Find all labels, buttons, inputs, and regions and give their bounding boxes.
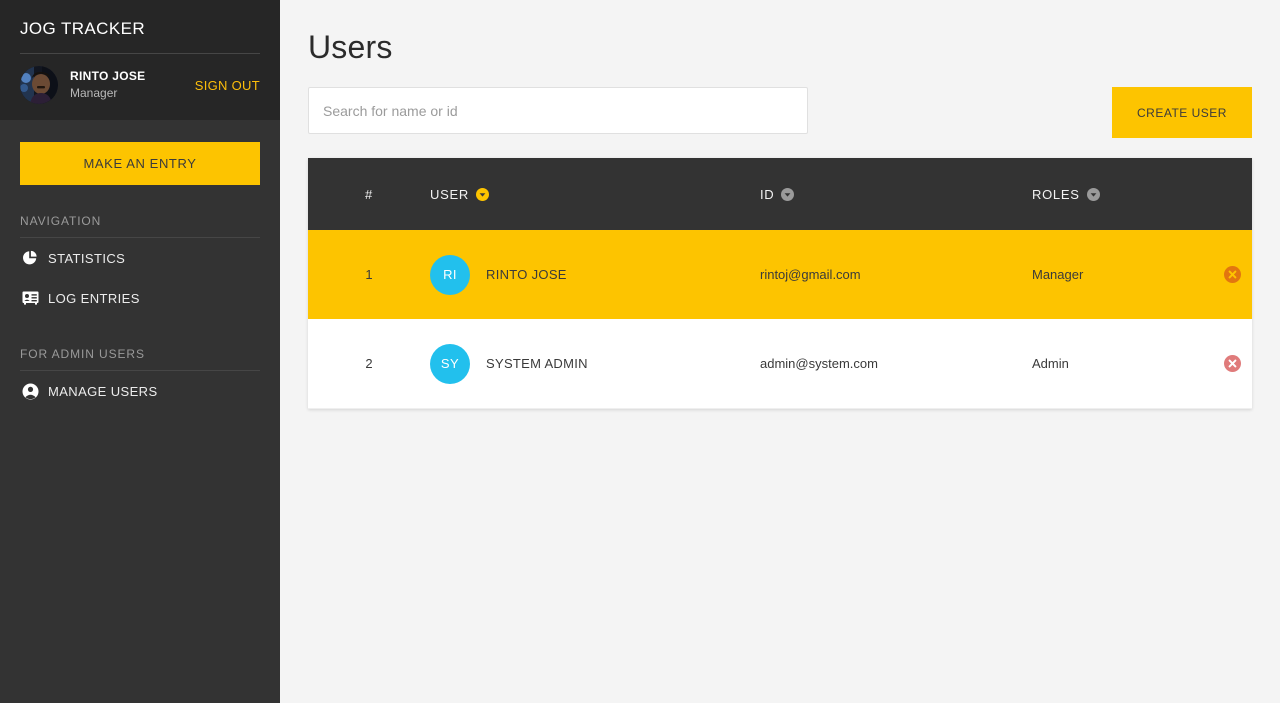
row-actions-cell bbox=[1212, 355, 1252, 372]
row-roles-cell: Admin bbox=[1032, 356, 1069, 371]
column-header-roles-label: ROLES bbox=[1032, 186, 1080, 202]
row-number: 2 bbox=[365, 356, 373, 371]
sort-down-icon-id[interactable] bbox=[781, 187, 795, 201]
row-user-name: SYSTEM ADMIN bbox=[486, 356, 588, 371]
delete-user-button[interactable] bbox=[1223, 266, 1241, 283]
user-circle-icon bbox=[20, 382, 40, 400]
sidebar-profile: RINTO JOSE Manager SIGN OUT bbox=[0, 54, 280, 104]
sidebar-item-label-manage-users: MANAGE USERS bbox=[48, 383, 158, 399]
app-root: JOG TRACKER RINTO JOSE Manager SIGN OUT … bbox=[0, 0, 1280, 703]
make-an-entry-button[interactable]: MAKE AN ENTRY bbox=[20, 142, 260, 185]
column-header-roles[interactable]: ROLES bbox=[1032, 187, 1212, 202]
column-header-id-label: ID bbox=[760, 186, 775, 202]
column-header-number-label: # bbox=[365, 186, 373, 202]
sidebar-section-title-navigation: NAVIGATION bbox=[20, 214, 102, 228]
delete-user-button[interactable] bbox=[1223, 355, 1241, 372]
delete-circle-icon bbox=[1223, 355, 1241, 372]
row-roles-cell: Manager bbox=[1032, 267, 1084, 282]
column-header-user-label: USER bbox=[430, 186, 469, 202]
avatar-initials: SY bbox=[430, 343, 470, 384]
delete-circle-icon bbox=[1223, 266, 1241, 283]
row-user-cell: RI RINTO JOSE bbox=[430, 254, 760, 295]
row-user-name: RINTO JOSE bbox=[486, 267, 567, 282]
sidebar-section-title-admin: FOR ADMIN USERS bbox=[20, 347, 145, 361]
row-user-cell: SY SYSTEM ADMIN bbox=[430, 343, 760, 384]
profile-name: RINTO JOSE bbox=[70, 69, 146, 83]
main-content: Users CREATE USER # USER bbox=[280, 0, 1280, 703]
make-entry-wrapper: MAKE AN ENTRY bbox=[0, 120, 280, 185]
profile-role: Manager bbox=[70, 86, 118, 100]
avatar bbox=[20, 66, 58, 104]
sidebar-section-navigation: NAVIGATION STATISTICS LOG ENTRIES bbox=[0, 213, 280, 318]
sidebar-item-statistics[interactable]: STATISTICS bbox=[0, 238, 280, 278]
sign-out-link[interactable]: SIGN OUT bbox=[195, 78, 260, 93]
table-row[interactable]: 1 RI RINTO JOSE rintoj@gmail.com Manager bbox=[308, 230, 1252, 319]
sidebar-item-log-entries[interactable]: LOG ENTRIES bbox=[0, 278, 280, 318]
sidebar-item-label-log-entries: LOG ENTRIES bbox=[48, 290, 140, 306]
row-number-cell: 2 bbox=[308, 356, 430, 371]
sidebar-item-label-statistics: STATISTICS bbox=[48, 250, 126, 266]
users-toolbar: CREATE USER bbox=[308, 87, 1252, 138]
table-header-row: # USER ID ROLES bbox=[308, 158, 1252, 230]
sidebar: JOG TRACKER RINTO JOSE Manager SIGN OUT … bbox=[0, 0, 280, 703]
row-number: 1 bbox=[365, 267, 373, 282]
create-user-button[interactable]: CREATE USER bbox=[1112, 87, 1252, 138]
row-actions-cell bbox=[1212, 266, 1252, 283]
page-title: Users bbox=[308, 29, 393, 65]
profile-meta: RINTO JOSE Manager bbox=[70, 69, 195, 101]
sort-down-icon-roles[interactable] bbox=[1086, 187, 1100, 201]
users-table: # USER ID ROLES 1 RI RINTO JOSE rintoj@g… bbox=[308, 158, 1252, 409]
sidebar-section-admin: FOR ADMIN USERS MANAGE USERS bbox=[0, 346, 280, 411]
pie-chart-icon bbox=[20, 249, 40, 267]
row-number-cell: 1 bbox=[308, 267, 430, 282]
table-row[interactable]: 2 SY SYSTEM ADMIN admin@system.com Admin bbox=[308, 319, 1252, 409]
column-header-number[interactable]: # bbox=[308, 187, 430, 202]
sidebar-item-manage-users[interactable]: MANAGE USERS bbox=[0, 371, 280, 411]
sort-down-icon-user[interactable] bbox=[475, 187, 489, 201]
column-header-id[interactable]: ID bbox=[760, 187, 1032, 202]
avatar-initials: RI bbox=[430, 254, 470, 295]
id-card-icon bbox=[20, 289, 40, 307]
user-photo-avatar-icon bbox=[20, 66, 58, 104]
search-input[interactable] bbox=[308, 87, 808, 134]
app-brand-title: JOG TRACKER bbox=[20, 19, 145, 38]
row-id-cell: admin@system.com bbox=[760, 356, 878, 371]
column-header-user[interactable]: USER bbox=[430, 187, 760, 202]
sidebar-header: JOG TRACKER RINTO JOSE Manager SIGN OUT bbox=[0, 0, 280, 120]
row-id-cell: rintoj@gmail.com bbox=[760, 267, 861, 282]
